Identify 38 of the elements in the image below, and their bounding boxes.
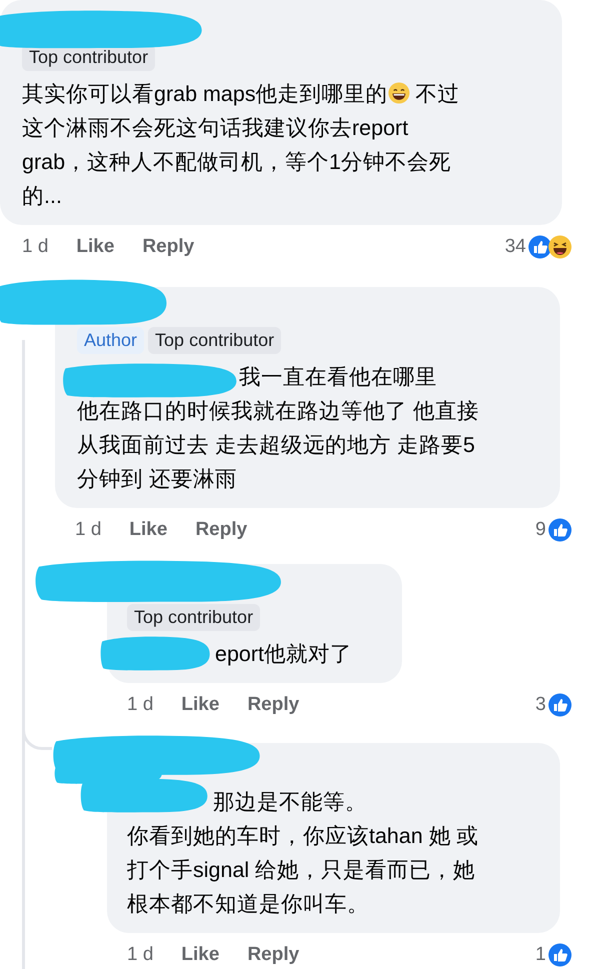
- reply-link[interactable]: Reply: [142, 236, 194, 258]
- author-badge: Author: [77, 327, 144, 354]
- thumbs-up-icon: [548, 943, 572, 967]
- comment-text: 那边是不能等。: [213, 789, 367, 816]
- comment-text: 他在路口的时候我就在路边等他了 他直接: [77, 398, 479, 425]
- grinning-face-icon: [388, 82, 410, 104]
- laughing-face-icon: [548, 235, 572, 259]
- like-link[interactable]: Like: [181, 694, 220, 716]
- like-link[interactable]: Like: [181, 944, 220, 966]
- timestamp: 1 d: [75, 519, 102, 541]
- reply-link[interactable]: Reply: [247, 694, 300, 716]
- comment-text: eport他就对了: [215, 641, 352, 668]
- comment-text: 分钟到 还要淋雨: [77, 466, 237, 493]
- like-link[interactable]: Like: [129, 519, 168, 541]
- reaction-count: 34: [504, 236, 526, 258]
- contributor-badge: Top contributor: [148, 327, 282, 354]
- thumbs-up-icon: [528, 235, 552, 259]
- timestamp: 1 d: [22, 236, 48, 258]
- thumbs-up-icon: [548, 693, 572, 717]
- comment-text: 的...: [22, 183, 62, 210]
- comment-text: 我一直在看他在哪里: [239, 364, 437, 391]
- like-link[interactable]: Like: [76, 236, 114, 258]
- comment-text: 这个淋雨不会死这句话我建议你去report: [22, 115, 408, 142]
- comment-text: 从我面前过去 走去超级远的地方 走路要5: [77, 432, 475, 459]
- reply-link[interactable]: Reply: [195, 519, 248, 541]
- reaction-count: 9: [535, 519, 546, 541]
- timestamp: 1 d: [127, 694, 154, 716]
- comment-text: 根本都不知道是你叫车。: [127, 891, 369, 918]
- comment-text: grab，这种人不配做司机，等个1分钟不会死: [22, 149, 451, 176]
- thumbs-up-icon: [548, 518, 572, 542]
- timestamp: 1 d: [127, 944, 154, 966]
- comment-text: 其实你可以看grab maps他走到哪里的 不过: [22, 81, 460, 108]
- reaction-count: 1: [535, 944, 546, 966]
- reply-link[interactable]: Reply: [247, 944, 300, 966]
- contributor-badge: Top contributor: [127, 604, 260, 631]
- reaction-count: 3: [535, 694, 546, 716]
- comment-text: 打个手signal 给她，只是看而已，她: [127, 857, 476, 884]
- comment-text: 你看到她的车时，你应该tahan 她 或: [127, 823, 479, 850]
